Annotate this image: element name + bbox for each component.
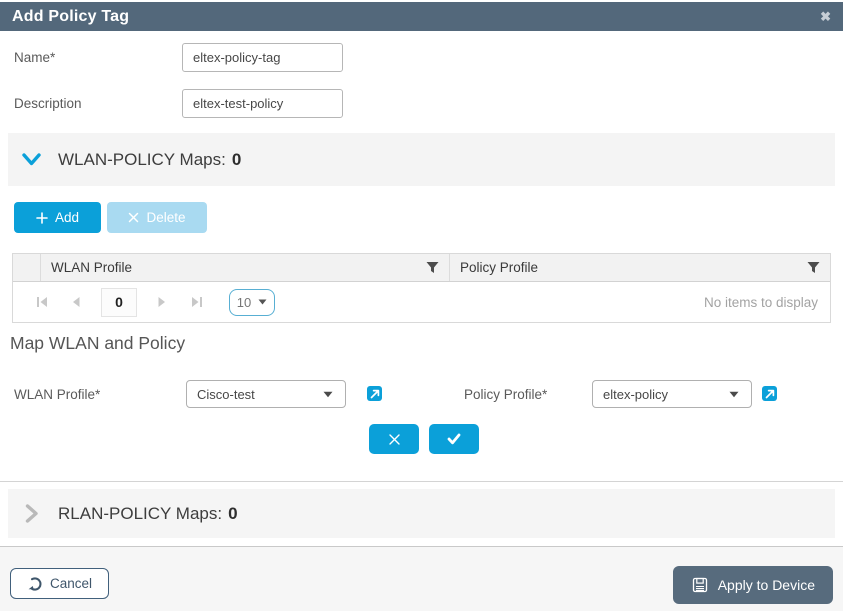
filter-icon[interactable]: [426, 261, 439, 274]
section-divider: [0, 481, 843, 482]
empty-table-message: No items to display: [703, 294, 818, 310]
table-header-row: WLAN Profile Policy Profile: [13, 254, 830, 282]
policy-profile-select[interactable]: eltex-policy: [592, 380, 752, 408]
caret-down-icon: [323, 391, 335, 398]
description-label: Description: [14, 96, 82, 111]
wlan-policy-maps-title: WLAN-POLICY Maps:: [58, 149, 226, 169]
current-page-indicator: 0: [101, 287, 137, 317]
select-all-column-header[interactable]: [13, 254, 41, 281]
check-icon: [447, 433, 461, 445]
cancel-map-button[interactable]: [369, 424, 419, 454]
dialog-header: Add Policy Tag ✖: [0, 2, 843, 31]
previous-page-icon[interactable]: [65, 291, 87, 313]
plus-icon: [36, 211, 48, 224]
description-input[interactable]: [182, 89, 343, 118]
wlan-profile-select[interactable]: Cisco-test: [186, 380, 346, 408]
name-input[interactable]: [182, 43, 343, 72]
table-pager: 0 10 No items to display: [13, 282, 830, 322]
next-page-icon[interactable]: [151, 291, 173, 313]
policy-profile-column-header[interactable]: Policy Profile: [450, 254, 830, 281]
wlan-profile-column-header[interactable]: WLAN Profile: [41, 254, 450, 281]
wlan-profile-label: WLAN Profile*: [14, 387, 101, 402]
x-icon: [388, 433, 400, 445]
filter-icon[interactable]: [807, 261, 820, 274]
apply-to-device-button[interactable]: Apply to Device: [672, 566, 833, 604]
wlan-profile-external-link-icon[interactable]: [367, 386, 382, 401]
caret-down-icon: [729, 391, 741, 398]
wlan-policy-maps-count: 0: [231, 149, 242, 169]
caret-down-icon: [258, 299, 267, 305]
add-button[interactable]: Add: [14, 202, 101, 233]
dialog-title: Add Policy Tag: [12, 7, 130, 25]
x-icon: [129, 212, 139, 223]
dialog-footer: Cancel Apply to Device: [0, 547, 843, 611]
close-icon[interactable]: ✖: [820, 10, 831, 23]
name-label: Name*: [14, 50, 56, 65]
chevron-down-icon: [20, 153, 42, 166]
delete-button[interactable]: Delete: [107, 202, 207, 233]
chevron-right-icon: [20, 504, 42, 523]
add-policy-tag-dialog: Add Policy Tag ✖ Name* Description WLAN-…: [0, 0, 843, 611]
first-page-icon[interactable]: [31, 291, 53, 313]
page-size-select[interactable]: 10: [229, 288, 275, 316]
map-wlan-policy-title: Map WLAN and Policy: [10, 333, 186, 353]
policy-profile-label: Policy Profile*: [464, 387, 548, 402]
rlan-policy-maps-count: 0: [228, 503, 238, 523]
save-icon: [692, 577, 707, 593]
rlan-policy-maps-title: RLAN-POLICY Maps:: [58, 503, 223, 523]
cancel-button[interactable]: Cancel: [10, 568, 110, 599]
last-page-icon[interactable]: [185, 291, 207, 313]
wlan-policy-maps-section-header[interactable]: WLAN-POLICY Maps: 0: [8, 133, 835, 186]
rlan-policy-maps-section-header[interactable]: RLAN-POLICY Maps: 0: [8, 489, 835, 538]
wlan-policy-table: WLAN Profile Policy Profile 0 10 No item…: [12, 253, 831, 323]
undo-icon: [28, 576, 42, 591]
policy-profile-external-link-icon[interactable]: [762, 386, 777, 401]
confirm-map-button[interactable]: [429, 424, 479, 454]
